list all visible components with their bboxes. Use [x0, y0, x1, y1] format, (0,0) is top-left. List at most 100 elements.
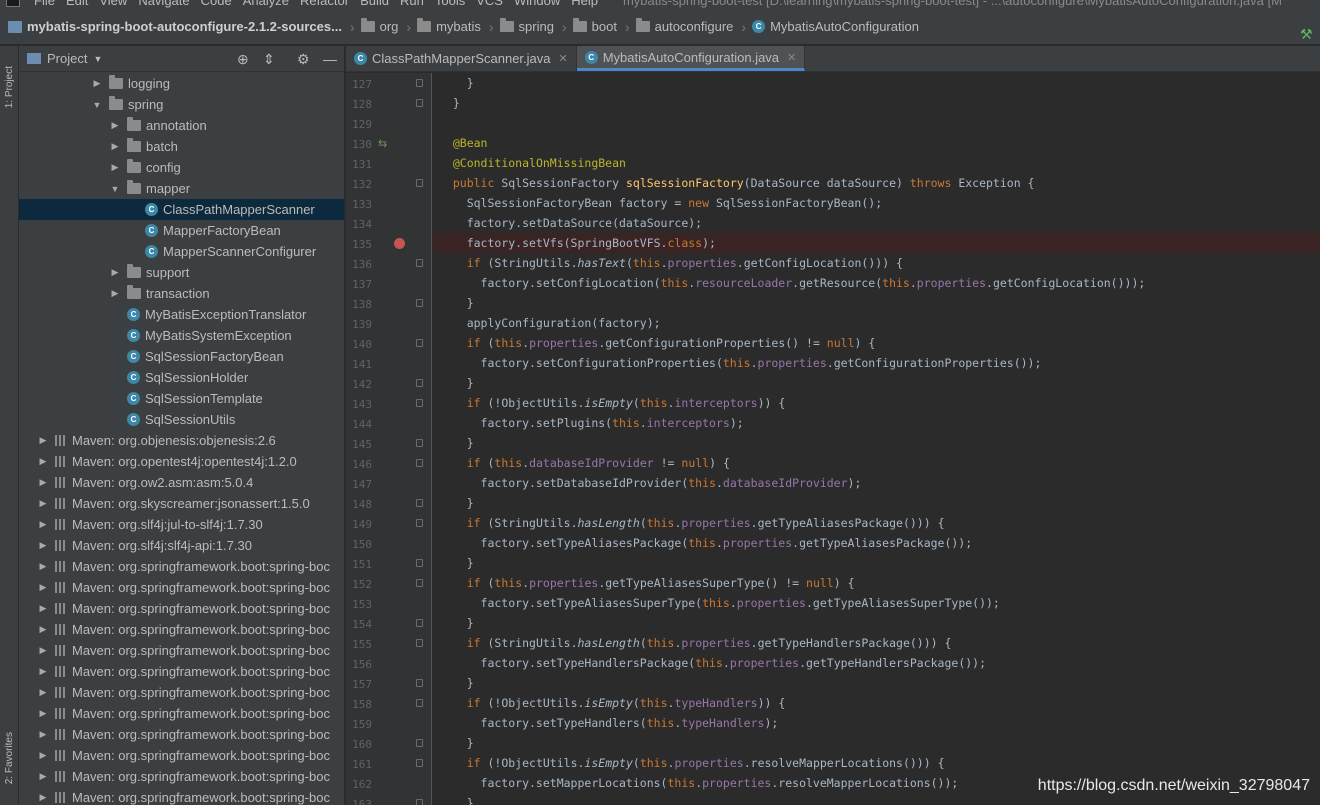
chevron-right-icon[interactable]: ▶: [109, 120, 121, 131]
tree-item[interactable]: C MapperFactoryBean: [19, 220, 344, 241]
tree-item[interactable]: ▶ Maven: org.springframework.boot:spring-…: [19, 724, 344, 745]
chevron-right-icon[interactable]: ▶: [37, 771, 49, 782]
chevron-down-icon[interactable]: ▼: [109, 184, 121, 194]
chevron-right-icon[interactable]: ▶: [37, 750, 49, 761]
tree-item[interactable]: ▶ Maven: org.objenesis:objenesis:2.6: [19, 430, 344, 451]
chevron-right-icon[interactable]: ▶: [37, 498, 49, 509]
fold-end-icon[interactable]: [416, 499, 423, 507]
tree-item[interactable]: ▶ Maven: org.springframework.boot:spring-…: [19, 682, 344, 703]
breakpoint-icon[interactable]: [394, 238, 405, 249]
tree-item[interactable]: ▶ Maven: org.springframework.boot:spring-…: [19, 556, 344, 577]
bean-gutter-icon[interactable]: ⇆: [378, 137, 387, 150]
tab-mybatisautoconfiguration[interactable]: C MybatisAutoConfiguration.java ✕: [576, 46, 806, 71]
menu-navigate[interactable]: Navigate: [138, 0, 189, 8]
menu-analyze[interactable]: Analyze: [243, 0, 289, 8]
tree-item[interactable]: ▶ support: [19, 262, 344, 283]
tree-item[interactable]: ▼ mapper: [19, 178, 344, 199]
menu-run[interactable]: Run: [400, 0, 424, 8]
chevron-right-icon[interactable]: ▶: [37, 687, 49, 698]
fold-start-icon[interactable]: [416, 339, 423, 347]
fold-start-icon[interactable]: [416, 699, 423, 707]
tree-item[interactable]: ▶ batch: [19, 136, 344, 157]
tree-item[interactable]: ▶ Maven: org.springframework.boot:spring-…: [19, 577, 344, 598]
tree-item[interactable]: ▶ Maven: org.springframework.boot:spring-…: [19, 661, 344, 682]
menu-view[interactable]: View: [99, 0, 127, 8]
tree-item[interactable]: ▶ Maven: org.opentest4j:opentest4j:1.2.0: [19, 451, 344, 472]
tree-item[interactable]: ▶ logging: [19, 73, 344, 94]
close-icon[interactable]: ✕: [559, 52, 568, 65]
chevron-down-icon[interactable]: ▼: [93, 54, 102, 64]
fold-end-icon[interactable]: [416, 439, 423, 447]
hide-icon[interactable]: —: [323, 51, 337, 67]
chevron-right-icon[interactable]: ▶: [109, 267, 121, 278]
fold-end-icon[interactable]: [416, 619, 423, 627]
fold-end-icon[interactable]: [416, 799, 423, 805]
fold-start-icon[interactable]: [416, 399, 423, 407]
tree-item[interactable]: ▶ Maven: org.springframework.boot:spring-…: [19, 766, 344, 787]
fold-end-icon[interactable]: [416, 739, 423, 747]
breadcrumb-boot[interactable]: boot: [572, 18, 617, 34]
tab-classpathmapperscanner[interactable]: C ClassPathMapperScanner.java ✕: [346, 46, 577, 71]
breadcrumb-spring[interactable]: spring: [499, 18, 554, 34]
tree-item[interactable]: C ClassPathMapperScanner: [19, 199, 344, 220]
fold-end-icon[interactable]: [416, 679, 423, 687]
hammer-icon[interactable]: ⚒: [1300, 27, 1314, 41]
breadcrumb-root[interactable]: mybatis-spring-boot-autoconfigure-2.1.2-…: [27, 19, 342, 34]
breadcrumb-autoconfigure[interactable]: autoconfigure: [635, 18, 733, 34]
chevron-down-icon[interactable]: ▼: [91, 100, 103, 110]
chevron-right-icon[interactable]: ▶: [37, 477, 49, 488]
tree-item[interactable]: ▶ Maven: org.slf4j:slf4j-api:1.7.30: [19, 535, 344, 556]
tree-item[interactable]: C SqlSessionUtils: [19, 409, 344, 430]
menu-vcs[interactable]: VCS: [476, 0, 503, 8]
chevron-right-icon[interactable]: ▶: [37, 540, 49, 551]
chevron-right-icon[interactable]: ▶: [37, 561, 49, 572]
project-title[interactable]: Project: [47, 51, 87, 66]
menu-window[interactable]: Window: [514, 0, 560, 8]
chevron-right-icon[interactable]: ▶: [37, 603, 49, 614]
chevron-right-icon[interactable]: ▶: [37, 435, 49, 446]
fold-end-icon[interactable]: [416, 99, 423, 107]
tree-item[interactable]: C SqlSessionFactoryBean: [19, 346, 344, 367]
tree-item[interactable]: C MyBatisSystemException: [19, 325, 344, 346]
chevron-right-icon[interactable]: ▶: [37, 645, 49, 656]
tree-item[interactable]: ▶ Maven: org.springframework.boot:spring-…: [19, 787, 344, 805]
fold-start-icon[interactable]: [416, 179, 423, 187]
close-icon[interactable]: ✕: [787, 51, 796, 64]
breadcrumb-file[interactable]: C MybatisAutoConfiguration: [752, 19, 919, 34]
menu-tools[interactable]: Tools: [435, 0, 465, 8]
tree-item[interactable]: ▶ Maven: org.springframework.boot:spring-…: [19, 619, 344, 640]
menu-edit[interactable]: Edit: [66, 0, 88, 8]
breadcrumb-mybatis[interactable]: mybatis: [417, 18, 481, 34]
menu-help[interactable]: Help: [571, 0, 598, 8]
chevron-right-icon[interactable]: ▶: [37, 792, 49, 803]
menu-build[interactable]: Build: [360, 0, 389, 8]
chevron-right-icon[interactable]: ▶: [37, 582, 49, 593]
chevron-right-icon[interactable]: ▶: [109, 162, 121, 173]
tree-item[interactable]: ▶ config: [19, 157, 344, 178]
tree-item[interactable]: ▼ spring: [19, 94, 344, 115]
tree-item[interactable]: ▶ Maven: org.springframework.boot:spring-…: [19, 745, 344, 766]
fold-start-icon[interactable]: [416, 759, 423, 767]
tree-item[interactable]: ▶ annotation: [19, 115, 344, 136]
fold-end-icon[interactable]: [416, 79, 423, 87]
chevron-right-icon[interactable]: ▶: [37, 456, 49, 467]
tree-item[interactable]: C MyBatisExceptionTranslator: [19, 304, 344, 325]
chevron-right-icon[interactable]: ▶: [37, 708, 49, 719]
fold-start-icon[interactable]: [416, 519, 423, 527]
fold-start-icon[interactable]: [416, 459, 423, 467]
gear-icon[interactable]: ⚙: [297, 51, 310, 68]
fold-end-icon[interactable]: [416, 379, 423, 387]
tree-item[interactable]: C SqlSessionTemplate: [19, 388, 344, 409]
locate-icon[interactable]: ⊕: [237, 51, 249, 68]
tab-project-tool[interactable]: 1: Project: [1, 52, 18, 122]
fold-start-icon[interactable]: [416, 259, 423, 267]
code-area[interactable]: } } @Bean @ConditionalOnMissingBean publ…: [433, 73, 1320, 805]
tree-item[interactable]: ▶ Maven: org.slf4j:jul-to-slf4j:1.7.30: [19, 514, 344, 535]
fold-start-icon[interactable]: [416, 579, 423, 587]
chevron-right-icon[interactable]: ▶: [37, 624, 49, 635]
menu-code[interactable]: Code: [201, 0, 232, 8]
tree-item[interactable]: C SqlSessionHolder: [19, 367, 344, 388]
fold-start-icon[interactable]: [416, 639, 423, 647]
tree-item[interactable]: ▶ Maven: org.skyscreamer:jsonassert:1.5.0: [19, 493, 344, 514]
breadcrumb-org[interactable]: org: [360, 18, 398, 34]
